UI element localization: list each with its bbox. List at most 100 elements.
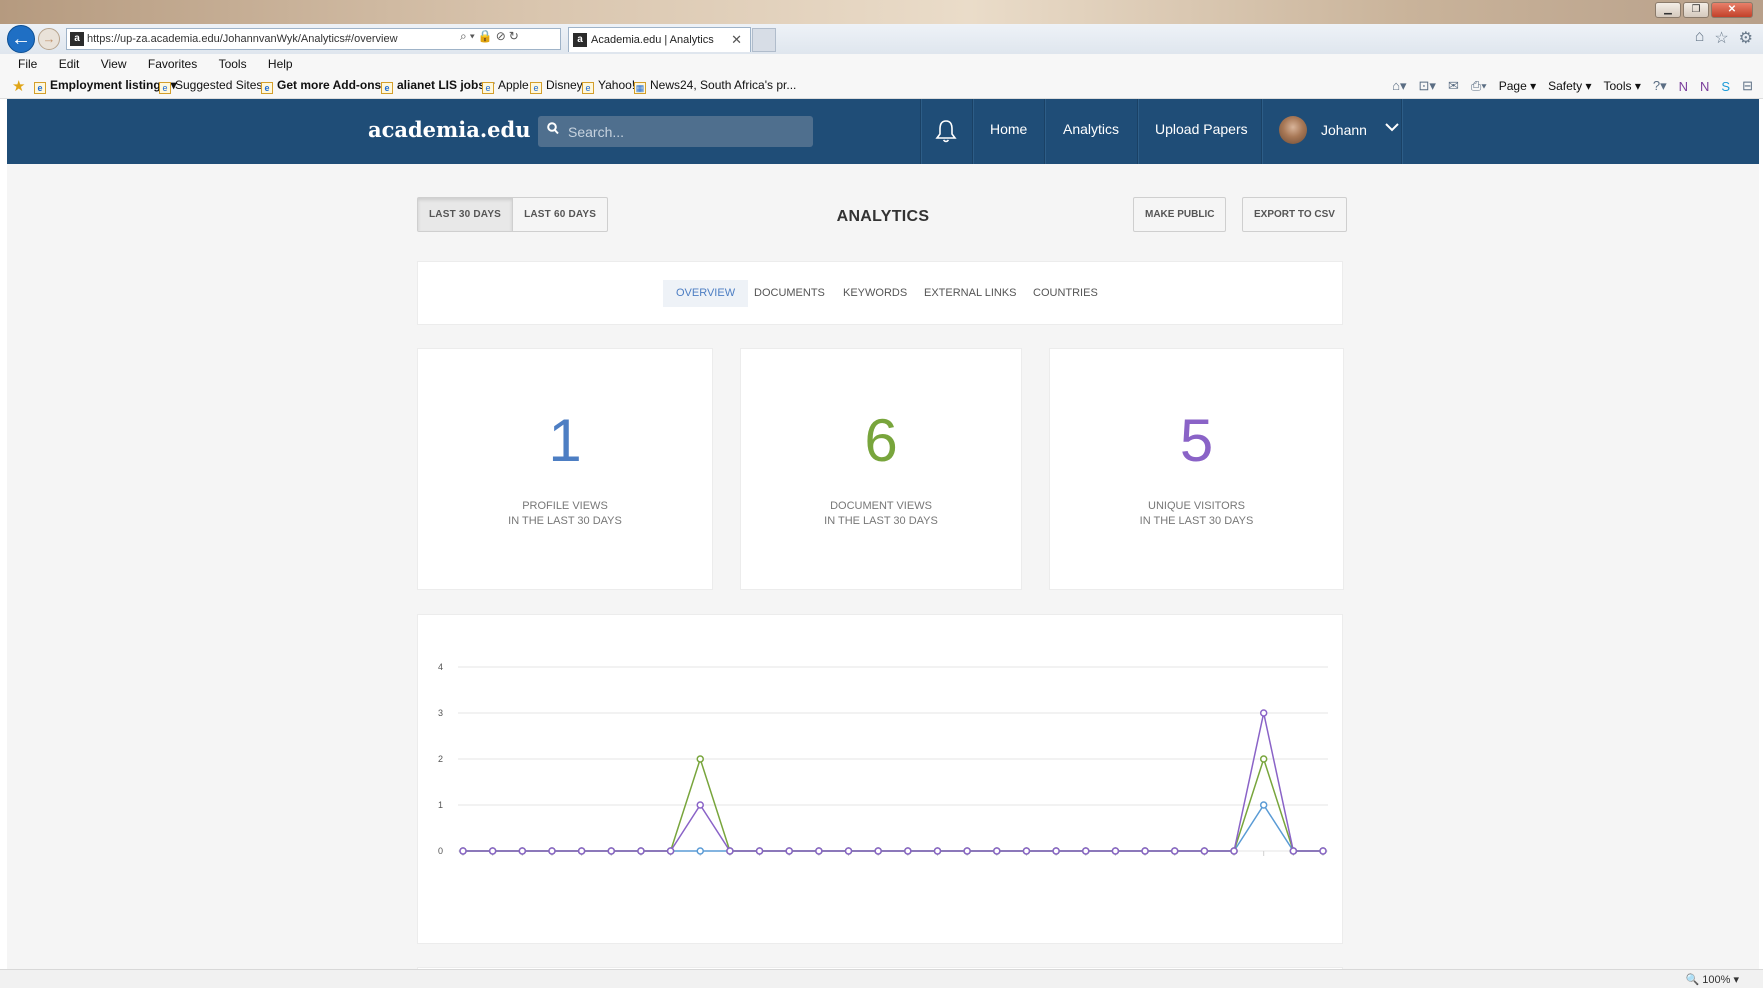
favorite-link[interactable]: e Apple	[482, 78, 529, 94]
stat-label-line: IN THE LAST 30 DAYS	[1139, 515, 1254, 527]
tab-title: Academia.edu | Analytics	[591, 34, 714, 46]
tab-favicon-icon: a	[573, 33, 587, 47]
user-avatar[interactable]	[1279, 116, 1307, 144]
data-point	[815, 847, 823, 855]
onenote-icon[interactable]: N	[1679, 79, 1688, 94]
make-public-button[interactable]: MAKE PUBLIC	[1133, 197, 1227, 232]
nav-home-link[interactable]: Home	[990, 121, 1027, 137]
unique-visitors-label: UNIQUE VISITORS IN THE LAST 30 DAYS	[1050, 499, 1343, 529]
menu-edit[interactable]: Edit	[59, 54, 80, 74]
favorites-star-icon[interactable]: ☆	[1714, 28, 1728, 48]
research-icon[interactable]: ⊟	[1742, 78, 1753, 94]
command-safety[interactable]: Safety ▾	[1548, 79, 1591, 93]
forward-arrow-icon[interactable]: →	[38, 28, 60, 50]
data-point	[696, 847, 704, 855]
site-logo[interactable]: academia.edu	[368, 117, 530, 142]
chevron-down-icon[interactable]	[1385, 119, 1399, 136]
mail-icon[interactable]: ✉	[1448, 78, 1459, 94]
close-window-icon[interactable]: ✕	[1711, 2, 1753, 18]
help-icon[interactable]: ?▾	[1653, 78, 1667, 94]
nav-analytics-link[interactable]: Analytics	[1063, 121, 1119, 137]
data-point	[696, 801, 704, 809]
command-tools[interactable]: Tools ▾	[1604, 79, 1641, 93]
nav-divider	[1261, 99, 1262, 164]
data-point	[1022, 847, 1031, 855]
tab-external-links[interactable]: EXTERNAL LINKS	[911, 280, 1030, 307]
menu-tools[interactable]: Tools	[219, 54, 247, 74]
tab-close-icon[interactable]: ✕	[731, 28, 742, 52]
nav-divider	[920, 99, 921, 164]
data-point	[1052, 847, 1060, 855]
search-input[interactable]	[568, 122, 798, 141]
menu-help[interactable]: Help	[268, 54, 293, 74]
tab-keywords[interactable]: KEYWORDS	[830, 280, 920, 307]
y-tick-label: 1	[438, 800, 443, 810]
back-arrow-icon[interactable]: ←	[7, 25, 35, 53]
notifications-bell-icon[interactable]	[935, 118, 957, 144]
menu-file[interactable]: File	[18, 54, 37, 74]
data-point	[666, 847, 675, 855]
command-page[interactable]: Page ▾	[1499, 79, 1536, 93]
address-row: ← → a https://up-za.academia.edu/Johannv…	[0, 24, 1763, 54]
data-point	[607, 847, 616, 855]
document-views-card: 6 DOCUMENT VIEWS IN THE LAST 30 DAYS	[740, 348, 1022, 590]
home-dropdown-icon[interactable]: ⌂▾	[1392, 78, 1406, 94]
data-point	[459, 847, 467, 855]
address-url: https://up-za.academia.edu/JohannvanWyk/…	[87, 33, 398, 45]
favorite-link[interactable]: e Get more Add-ons ▾	[261, 78, 391, 94]
data-point	[1111, 847, 1120, 855]
profile-views-card: 1 PROFILE VIEWS IN THE LAST 30 DAYS	[417, 348, 713, 590]
skype-icon[interactable]: S	[1721, 79, 1730, 94]
page-viewport: academia.edu Home Analytics Upload Paper…	[7, 99, 1759, 969]
favorite-link[interactable]: e Disney	[530, 78, 583, 94]
data-point	[1319, 847, 1327, 855]
favorite-link[interactable]: e Suggested Sites ▾	[159, 78, 272, 94]
stat-label-line: DOCUMENT VIEWS	[830, 500, 932, 512]
feeds-icon[interactable]: ⊡▾	[1419, 78, 1436, 94]
minimize-icon[interactable]: ▁	[1655, 2, 1681, 18]
data-point	[1259, 755, 1268, 763]
home-icon[interactable]: ⌂	[1695, 28, 1705, 48]
favorite-link[interactable]: e Employment listings ▾	[34, 78, 177, 94]
favorite-link[interactable]: e Yahoo!	[582, 78, 635, 94]
user-name[interactable]: Johann	[1321, 122, 1367, 138]
data-point	[1289, 847, 1298, 855]
settings-gear-icon[interactable]: ⚙	[1739, 28, 1753, 48]
favorite-link[interactable]: ▦ News24, South Africa's pr...	[634, 78, 796, 94]
ie-page-icon: e	[530, 82, 542, 94]
y-tick-label: 4	[438, 662, 443, 672]
series-line	[463, 712, 1323, 852]
restore-icon[interactable]: ❐	[1683, 2, 1709, 18]
site-favicon-icon: a	[70, 32, 84, 46]
news-page-icon: ▦	[634, 82, 646, 94]
favorites-star-add-icon[interactable]: ★	[12, 77, 25, 95]
menu-favorites[interactable]: Favorites	[148, 54, 197, 74]
print-icon[interactable]: ⎙▾	[1471, 78, 1487, 94]
unique-visitors-card: 5 UNIQUE VISITORS IN THE LAST 30 DAYS	[1049, 348, 1344, 590]
document-views-label: DOCUMENT VIEWS IN THE LAST 30 DAYS	[741, 499, 1021, 529]
tab-documents[interactable]: DOCUMENTS	[741, 280, 838, 307]
search-box[interactable]	[538, 116, 813, 147]
export-to-csv-button[interactable]: EXPORT TO CSV	[1242, 197, 1347, 232]
data-point	[755, 847, 764, 855]
tab-overview[interactable]: OVERVIEW	[663, 280, 749, 307]
ie-page-icon: e	[261, 82, 273, 94]
onenote-send-icon[interactable]: N	[1700, 79, 1709, 94]
y-tick-label: 0	[438, 846, 443, 856]
tab-countries[interactable]: COUNTRIES	[1020, 280, 1111, 307]
favorite-link[interactable]: e alianet LIS jobs ▾	[381, 78, 494, 94]
data-point	[785, 847, 793, 855]
address-tools-icons[interactable]: ⌕▾🔒⊘↻	[460, 29, 522, 44]
views-line-chart: 0 1 2 3 4	[438, 662, 1328, 856]
nav-divider	[1137, 99, 1138, 164]
views-chart-card: 0 1 2 3 4	[417, 614, 1343, 944]
menu-view[interactable]: View	[101, 54, 127, 74]
nav-divider	[972, 99, 973, 164]
browser-tab[interactable]: a Academia.edu | Analytics ✕	[568, 27, 751, 52]
data-point	[993, 847, 1001, 855]
y-tick-label: 3	[438, 708, 443, 718]
data-point	[548, 847, 556, 855]
zoom-level[interactable]: 🔍 100% ▾	[1686, 973, 1739, 986]
nav-upload-papers-link[interactable]: Upload Papers	[1155, 121, 1248, 137]
new-tab-button[interactable]	[752, 28, 776, 52]
